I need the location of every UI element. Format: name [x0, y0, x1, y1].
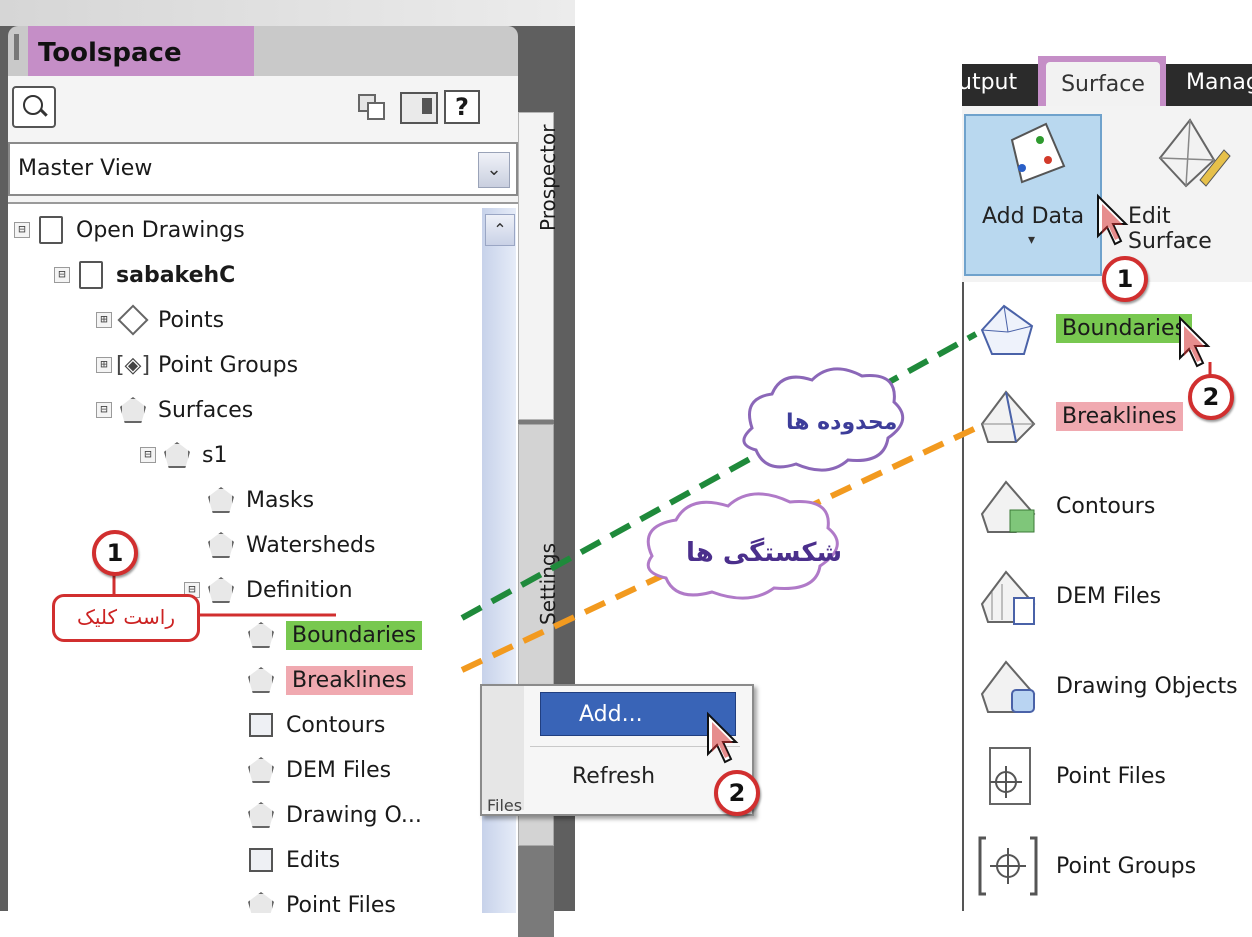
step-2-badge-right: 2 [1188, 374, 1234, 420]
step-1-badge-right: 1 [1102, 256, 1148, 302]
step-1-badge-left: 1 [92, 530, 138, 576]
boundaries-fa-label: محدوده ها [786, 410, 898, 435]
right-click-callout: راست کلیک [52, 594, 200, 642]
annotation-layer [112, 193, 1212, 764]
step-2-badge-left: 2 [714, 770, 760, 816]
breaklines-fa-label: شکستگی ها [686, 538, 843, 568]
